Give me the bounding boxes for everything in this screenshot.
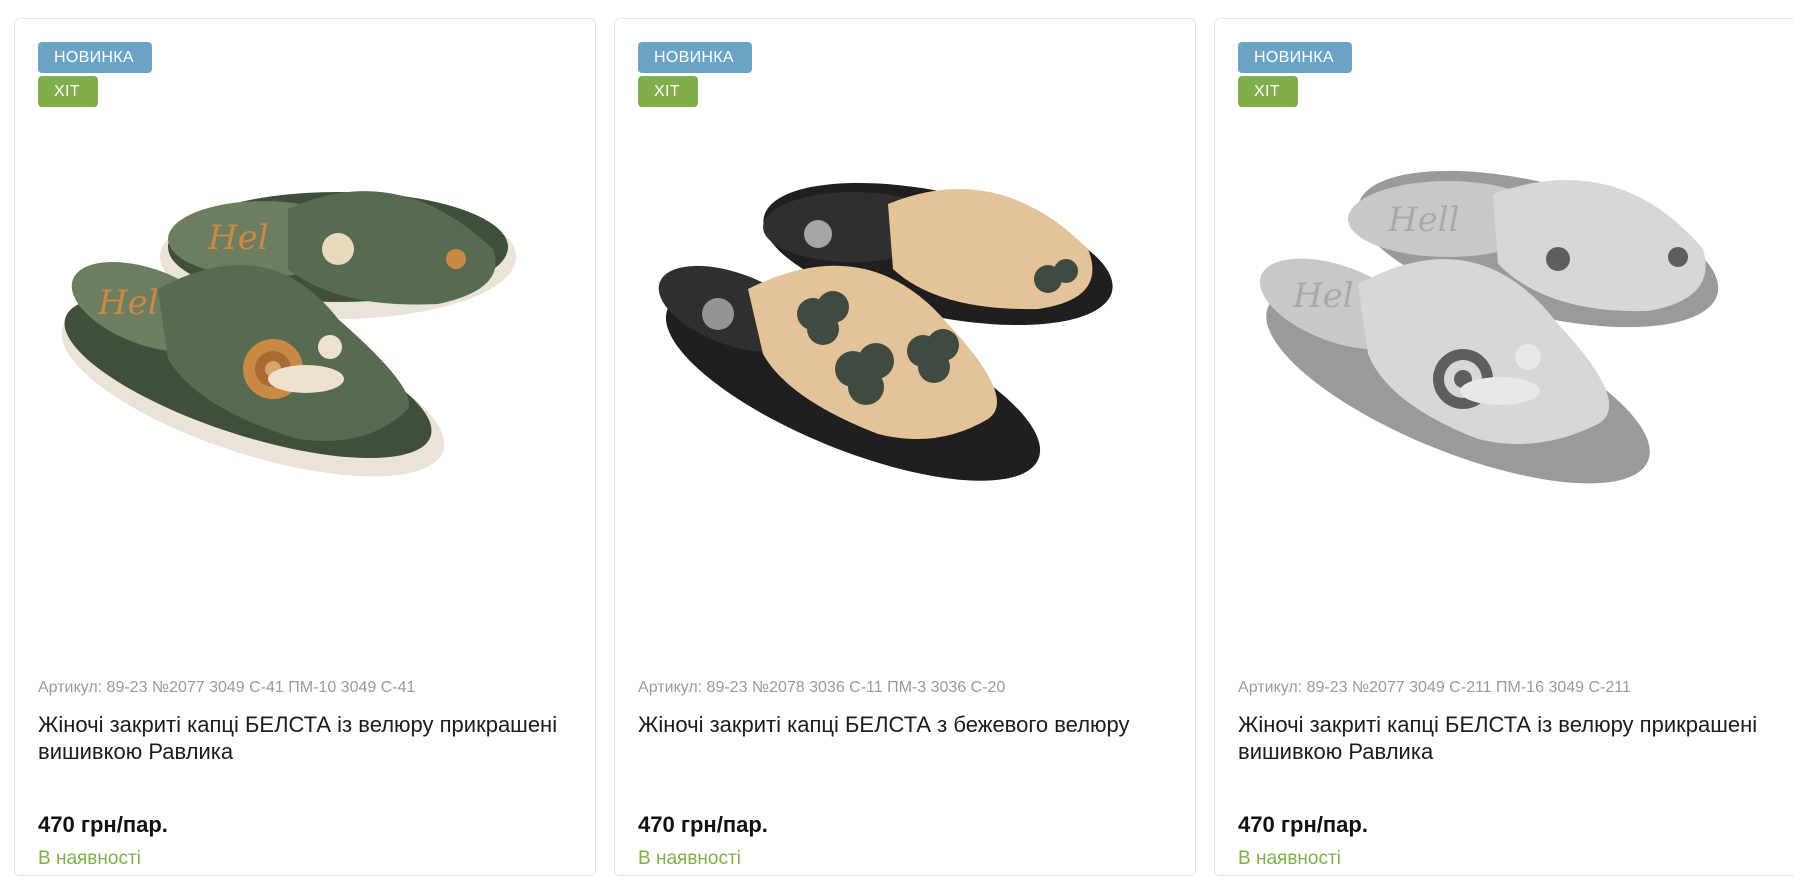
product-sku: Артикул: 89-23 №2078 3036 С-11 ПМ-3 3036… [638,679,1006,696]
svg-text:Hel: Hel [207,218,269,258]
product-price: 470 грн/пар. [1238,812,1368,837]
slippers-image: Hel Hel [61,191,516,477]
svg-text:Hel: Hel [97,283,159,323]
stock-status: В наявності [638,848,741,869]
stock-status: В наявності [38,848,141,869]
badge-group: НОВИНКА ХІТ [1238,42,1353,107]
slippers-image [658,182,1113,481]
svg-text:Hell: Hell [1387,200,1460,240]
product-image[interactable]: Hel Hel [38,139,573,579]
slippers-image: Hell Hel [1259,170,1719,484]
badge-group: НОВИНКА ХІТ [638,42,753,107]
badge-hit: ХІТ [38,76,98,107]
product-title-link[interactable]: Жіночі закриті капці БЕЛСТА із велюру пр… [1238,711,1778,765]
product-title-link[interactable]: Жіночі закриті капці БЕЛСТА із велюру пр… [38,711,578,765]
badge-hit: ХІТ [1238,76,1299,107]
badge-new: НОВИНКА [1238,42,1353,73]
badge-hit: ХІТ [638,76,699,107]
badge-group: НОВИНКА ХІТ [38,42,152,107]
product-sku: Артикул: 89-23 №2077 3049 С-41 ПМ-10 304… [38,679,416,696]
product-price: 470 грн/пар. [638,812,768,837]
product-grid: НОВИНКА ХІТ Hel Hel Артикул: 89-23 №2077… [14,18,1794,876]
product-card[interactable]: НОВИНКА ХІТ Hel Hel Артикул: 89-23 №2077… [14,18,597,876]
product-card[interactable]: НОВИНКА ХІТ Артикул: 89-23 №2078 3036 С-… [614,18,1197,876]
product-image[interactable] [638,139,1173,579]
product-title-link[interactable]: Жіночі закриті капці БЕЛСТА з бежевого в… [638,711,1178,738]
stock-status: В наявності [1238,848,1341,869]
badge-new: НОВИНКА [38,42,152,73]
svg-text:Hel: Hel [1292,276,1354,316]
badge-new: НОВИНКА [638,42,753,73]
product-price: 470 грн/пар. [38,812,168,837]
product-image[interactable]: Hell Hel [1238,139,1773,579]
product-sku: Артикул: 89-23 №2077 3049 С-211 ПМ-16 30… [1238,679,1631,696]
product-card[interactable]: НОВИНКА ХІТ Hell Hel Артикул: 89-23 №207… [1214,18,1794,876]
